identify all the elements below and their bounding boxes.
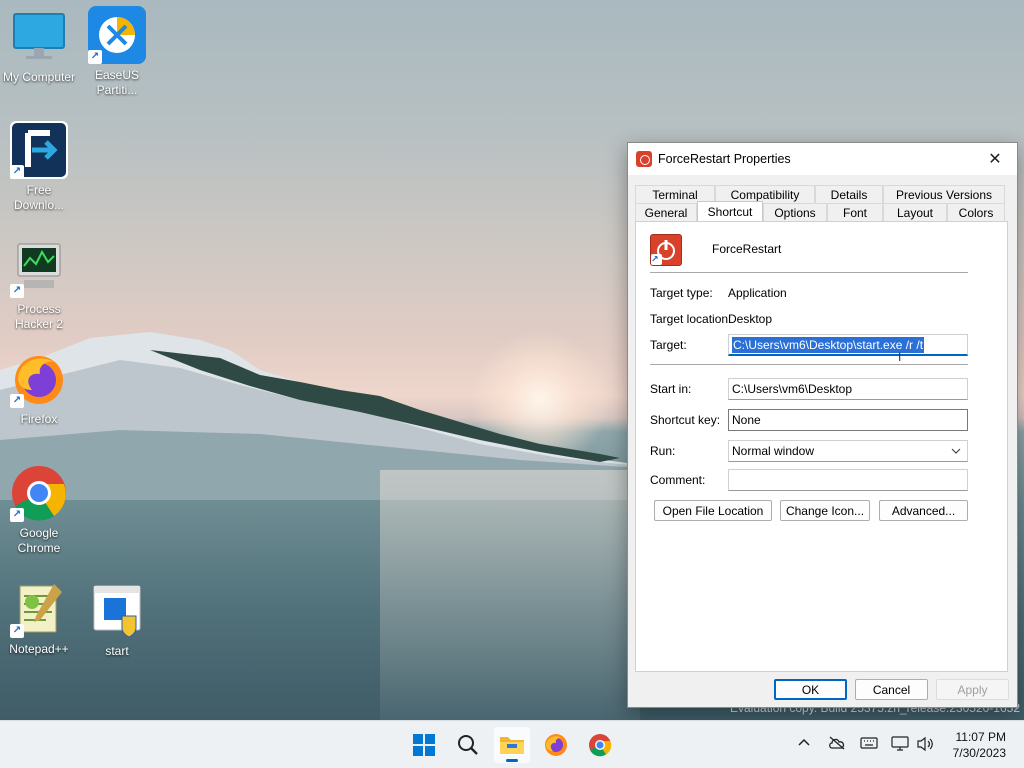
- desktop-icon-label: start: [105, 644, 129, 658]
- file-explorer-button[interactable]: [494, 727, 530, 763]
- keyboard-icon[interactable]: [860, 737, 878, 752]
- show-hidden-icons-button[interactable]: [797, 735, 811, 750]
- search-icon: [458, 735, 478, 755]
- chrome-icon: ↗: [10, 464, 68, 522]
- apply-button[interactable]: Apply: [936, 679, 1009, 700]
- tab-layout[interactable]: Layout: [883, 203, 947, 221]
- close-button[interactable]: ✕: [973, 143, 1017, 175]
- clock-time: 11:07 PM: [955, 730, 1006, 744]
- desktop-icon-firefox[interactable]: ↗ Firefox: [0, 350, 78, 427]
- tab-row-2: General Shortcut Options Font Layout Col…: [635, 201, 1005, 221]
- desktop-icon-label: Free Downlo...: [13, 183, 65, 212]
- search-button[interactable]: [450, 727, 486, 763]
- open-file-location-button[interactable]: Open File Location: [654, 500, 772, 521]
- desktop-icon-label: Notepad++: [9, 642, 69, 656]
- tab-shortcut[interactable]: Shortcut: [697, 201, 763, 221]
- advanced-button[interactable]: Advanced...: [879, 500, 968, 521]
- notepad-plus-plus-icon: ↗: [10, 580, 68, 638]
- chrome-taskbar-button[interactable]: [582, 727, 618, 763]
- power-icon: [636, 151, 652, 167]
- tab-options[interactable]: Options: [763, 203, 827, 221]
- firefox-taskbar-button[interactable]: [538, 727, 574, 763]
- shortcut-name: ForceRestart: [712, 242, 782, 256]
- easeus-partition-icon: ↗: [88, 6, 146, 64]
- process-hacker-icon: ↗: [10, 240, 68, 298]
- cancel-button[interactable]: Cancel: [855, 679, 928, 700]
- separator: [650, 364, 968, 365]
- shortcut-key-label: Shortcut key:: [650, 413, 721, 427]
- desktop-icon-label: Process Hacker 2: [14, 302, 64, 331]
- firefox-icon: ↗: [10, 350, 68, 408]
- tab-colors[interactable]: Colors: [947, 203, 1005, 221]
- ok-button[interactable]: OK: [774, 679, 847, 700]
- firefox-icon: [545, 734, 567, 756]
- desktop-icon-free-download[interactable]: ↗ Free Downlo...: [0, 121, 78, 213]
- desktop-icon-process-hacker[interactable]: ↗ Process Hacker 2: [0, 240, 78, 332]
- network-icon[interactable]: [891, 736, 909, 755]
- wallpaper-water: [380, 470, 640, 720]
- target-label: Target:: [650, 338, 687, 352]
- shortcut-key-input[interactable]: None: [728, 409, 968, 431]
- system-clock[interactable]: 11:07 PM 7/30/2023: [953, 729, 1006, 761]
- tab-details[interactable]: Details: [815, 185, 883, 203]
- chevron-down-icon: [951, 448, 961, 454]
- target-input-selection: C:\Users\vm6\Desktop\start.exe /r /t: [732, 336, 925, 353]
- text-cursor-icon: I: [898, 350, 902, 364]
- shortcut-arrow-icon: ↗: [10, 624, 24, 638]
- tab-font[interactable]: Font: [827, 203, 883, 221]
- shortcut-arrow-icon: ↗: [10, 508, 24, 522]
- dialog-title: ForceRestart Properties: [658, 152, 791, 166]
- shortcut-arrow-icon: ↗: [88, 50, 102, 64]
- start-in-label: Start in:: [650, 382, 692, 396]
- desktop-icon-label: My Computer: [2, 70, 76, 84]
- separator: [650, 272, 968, 273]
- target-location-value: Desktop: [728, 312, 773, 326]
- target-input[interactable]: C:\Users\vm6\Desktop\start.exe /r /t: [728, 334, 968, 356]
- taskbar: 11:07 PM 7/30/2023: [0, 720, 1024, 768]
- run-label: Run:: [650, 444, 676, 458]
- close-icon: ✕: [988, 151, 1002, 168]
- folder-icon: [500, 737, 524, 754]
- volume-icon[interactable]: [916, 736, 934, 755]
- target-location-label: Target location:: [650, 312, 732, 326]
- desktop-icon-notepad-plus-plus[interactable]: ↗ Notepad++: [0, 580, 78, 657]
- run-select[interactable]: Normal window: [728, 440, 968, 462]
- tab-general[interactable]: General: [635, 203, 697, 221]
- shortcut-arrow-icon: ↗: [10, 165, 24, 179]
- target-type-label: Target type:: [650, 286, 713, 300]
- executable-file-icon: [88, 582, 146, 640]
- desktop-icon-label: EaseUS Partiti...: [94, 68, 140, 97]
- desktop-icon-easeus[interactable]: ↗ EaseUS Partiti...: [78, 6, 156, 98]
- chevron-up-icon: [798, 738, 810, 746]
- force-restart-icon: ↗: [650, 234, 682, 266]
- tab-row-1: Terminal Compatibility Details Previous …: [635, 185, 1005, 203]
- start-in-input[interactable]: C:\Users\vm6\Desktop: [728, 378, 968, 400]
- cloud-offline-icon[interactable]: [828, 736, 846, 753]
- desktop-icon-my-computer[interactable]: My Computer: [0, 8, 78, 85]
- shortcut-arrow-icon: ↗: [651, 254, 662, 265]
- desktop-icon-label: Google Chrome: [17, 526, 61, 555]
- shortcut-tab-panel: ↗ ForceRestart Target type: Application …: [635, 221, 1008, 672]
- comment-input[interactable]: [728, 469, 968, 491]
- desktop-icon-label: Firefox: [20, 412, 58, 426]
- target-type-value: Application: [728, 286, 787, 300]
- change-icon-button[interactable]: Change Icon...: [780, 500, 870, 521]
- monitor-icon: [10, 8, 68, 66]
- start-button[interactable]: [406, 727, 442, 763]
- shortcut-arrow-icon: ↗: [10, 394, 24, 408]
- comment-label: Comment:: [650, 473, 706, 487]
- run-select-value: Normal window: [732, 444, 815, 458]
- free-download-manager-icon: ↗: [10, 121, 68, 179]
- desktop-icon-start[interactable]: start: [78, 582, 156, 659]
- properties-dialog: ForceRestart Properties ✕ Terminal Compa…: [627, 142, 1018, 708]
- shortcut-key-value: None: [732, 413, 761, 427]
- windows-logo-icon: [413, 734, 435, 756]
- shortcut-arrow-icon: ↗: [10, 284, 24, 298]
- chrome-icon: [589, 734, 612, 757]
- dialog-titlebar[interactable]: ForceRestart Properties ✕: [628, 143, 1017, 175]
- tab-previous-versions[interactable]: Previous Versions: [883, 185, 1005, 203]
- clock-date: 7/30/2023: [952, 746, 1006, 760]
- start-in-value: C:\Users\vm6\Desktop: [732, 382, 853, 396]
- desktop-icon-google-chrome[interactable]: ↗ Google Chrome: [0, 464, 78, 556]
